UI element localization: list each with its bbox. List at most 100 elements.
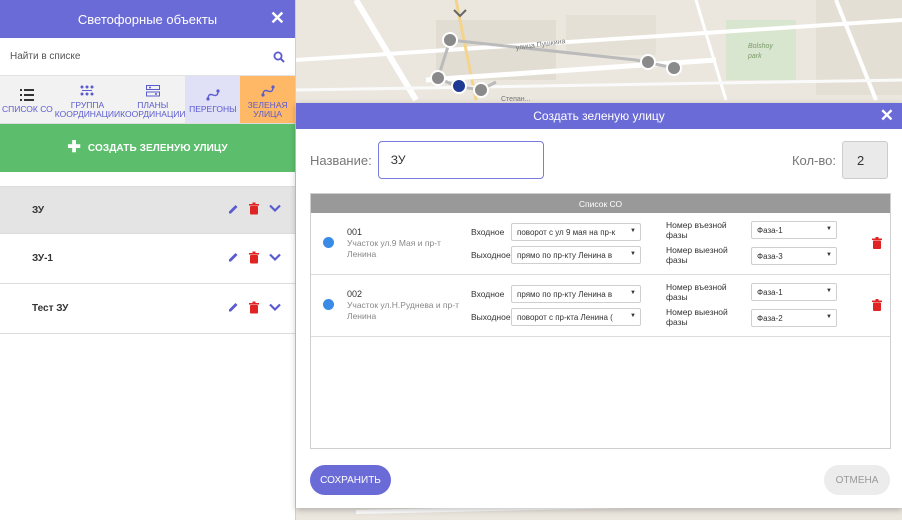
out-label: Выходное [471, 250, 511, 260]
dropdown-arrow-icon: ▼ [826, 288, 832, 294]
close-icon[interactable]: ✕ [270, 9, 285, 27]
list-icon [20, 87, 35, 103]
co-address: Участок ул.9 Мая и пр-т Ленина [347, 238, 441, 259]
edit-icon[interactable] [228, 252, 239, 266]
select-value: прямо по пр-кту Ленина в [517, 289, 613, 299]
status-dot [323, 237, 334, 248]
dropdown-arrow-icon: ▼ [630, 290, 636, 296]
out-phase-select[interactable]: Фаза-2 ▼ [751, 309, 837, 327]
search-input[interactable] [10, 51, 250, 62]
trash-icon[interactable] [249, 301, 259, 316]
in-direction-select[interactable]: прямо по пр-кту Ленина в ▼ [511, 285, 641, 303]
edit-icon[interactable] [228, 203, 239, 217]
tab-label: СПИСОК СО [1, 104, 53, 114]
tab-label: ГРУППА КООРДИНАЦИИ [54, 99, 121, 119]
create-green-street-modal: Создать зеленую улицу ✕ Название: Кол-во… [296, 103, 902, 508]
chevron-down-icon[interactable] [269, 303, 281, 314]
out-phase-label: Номер выезной фазы [666, 307, 728, 327]
tab-coordination-group[interactable]: ГРУППА КООРДИНАЦИИ [55, 76, 120, 123]
list-item[interactable]: ЗУ-1 [0, 234, 295, 284]
in-phase-label: Номер въезной фазы [666, 220, 727, 240]
tab-co-list[interactable]: СПИСОК СО [0, 76, 55, 123]
route-icon [261, 83, 275, 99]
select-value: поворот с пр-кта Ленина ( [517, 312, 613, 322]
in-phase-select[interactable]: Фаза-1 ▼ [751, 283, 837, 301]
select-value: Фаза-3 [757, 251, 783, 261]
dropdown-arrow-icon: ▼ [826, 226, 832, 232]
modal-header: Создать зеленую улицу ✕ [296, 103, 902, 129]
count-row: Кол-во: 2 [792, 141, 888, 179]
dropdown-arrow-icon: ▼ [826, 252, 832, 258]
tab-coordination-plans[interactable]: ПЛАНЫ КООРДИНАЦИИ [120, 76, 186, 123]
tab-label: ПЛАНЫ КООРДИНАЦИИ [120, 99, 186, 119]
count-field: 2 [842, 141, 888, 179]
dropdown-arrow-icon: ▼ [630, 228, 636, 234]
count-label: Кол-во: [791, 152, 836, 168]
in-direction-select[interactable]: поворот с ул 9 мая на пр-к ▼ [511, 223, 641, 241]
group-coordination-icon [80, 83, 94, 99]
out-phase-select[interactable]: Фаза-3 ▼ [751, 247, 837, 265]
in-phase-select[interactable]: Фаза-1 ▼ [751, 221, 837, 239]
out-direction-select[interactable]: поворот с пр-кта Ленина ( ▼ [511, 308, 641, 326]
select-value: Фаза-2 [757, 313, 783, 323]
list-item[interactable]: Тест ЗУ [0, 284, 295, 334]
tab-bar: СПИСОК СО ГРУППА КООРДИНАЦИИ ПЛАНЫ КООРД… [0, 76, 296, 124]
close-icon[interactable]: ✕ [880, 107, 894, 124]
plans-icon [145, 83, 160, 99]
item-actions [228, 251, 281, 266]
create-label: СОЗДАТЬ ЗЕЛЕНУЮ УЛИЦУ [87, 142, 228, 154]
list-item[interactable]: ЗУ [0, 186, 295, 234]
co-list-table: Список СО 001 Участок ул.9 Мая и пр-т Ле… [310, 193, 891, 449]
tab-green-street[interactable]: ЗЕЛЕНАЯ УЛИЦА [240, 76, 296, 123]
save-button[interactable]: СОХРАНИТЬ [310, 465, 391, 495]
svg-text:park: park [747, 53, 762, 60]
chevron-down-icon[interactable] [269, 204, 281, 216]
co-list-header: Список СО [311, 194, 890, 213]
list-item-label: ЗУ-1 [32, 253, 53, 264]
create-green-street-button[interactable]: ✚ СОЗДАТЬ ЗЕЛЕНУЮ УЛИЦУ [0, 124, 295, 172]
trash-icon[interactable] [872, 237, 882, 252]
co-address: Участок ул.Н.Руднева и пр-т Ленина [347, 300, 459, 321]
edit-icon[interactable] [228, 302, 239, 316]
tab-label: ПЕРЕГОНЫ [189, 104, 237, 114]
select-value: Фаза-1 [757, 287, 783, 297]
list-item-label: ЗУ [32, 204, 45, 216]
list-item-label: Тест ЗУ [32, 303, 69, 314]
select-value: Фаза-1 [757, 225, 783, 235]
name-row: Название: [310, 141, 544, 179]
dropdown-arrow-icon: ▼ [630, 251, 636, 257]
name-label: Название: [310, 152, 372, 168]
dropdown-arrow-icon: ▼ [630, 313, 636, 319]
select-value: прямо по пр-кту Ленина в [517, 250, 613, 260]
svg-text:Bolshoy: Bolshoy [748, 43, 773, 50]
tab-peregony[interactable]: ПЕРЕГОНЫ [185, 76, 241, 123]
table-row: 001 Участок ул.9 Мая и пр-т Ленина Входн… [311, 213, 890, 275]
co-number: 001 [347, 227, 363, 237]
search-bar [0, 38, 295, 76]
out-label: Выходное [471, 312, 511, 322]
trash-icon[interactable] [872, 299, 882, 314]
trash-icon[interactable] [249, 251, 259, 266]
plus-icon: ✚ [67, 139, 81, 156]
item-actions [228, 202, 281, 218]
search-icon[interactable] [273, 51, 285, 66]
out-phase-label: Номер выезной фазы [666, 245, 728, 265]
trash-icon[interactable] [249, 202, 259, 218]
co-number: 002 [347, 289, 363, 299]
chevron-down-icon[interactable] [269, 253, 281, 264]
item-actions [228, 301, 281, 316]
cancel-button[interactable]: ОТМЕНА [824, 465, 890, 495]
dropdown-arrow-icon: ▼ [826, 314, 832, 320]
modal-title: Создать зеленую улицу [533, 109, 665, 123]
svg-text:Степан...: Степан... [501, 96, 531, 103]
select-value: поворот с ул 9 мая на пр-к [517, 227, 616, 237]
panel-header: Светофорные объекты ✕ [0, 0, 295, 38]
in-label: Входное [471, 227, 505, 237]
out-direction-select[interactable]: прямо по пр-кту Ленина в ▼ [511, 246, 641, 264]
route-icon [206, 87, 220, 103]
status-dot [323, 299, 334, 310]
left-panel: Светофорные объекты ✕ СПИСОК СО ГРУППА К… [0, 0, 296, 520]
tab-label: ЗЕЛЕНАЯ УЛИЦА [247, 99, 288, 119]
table-row: 002 Участок ул.Н.Руднева и пр-т Ленина В… [311, 275, 890, 337]
name-input[interactable] [377, 141, 544, 179]
